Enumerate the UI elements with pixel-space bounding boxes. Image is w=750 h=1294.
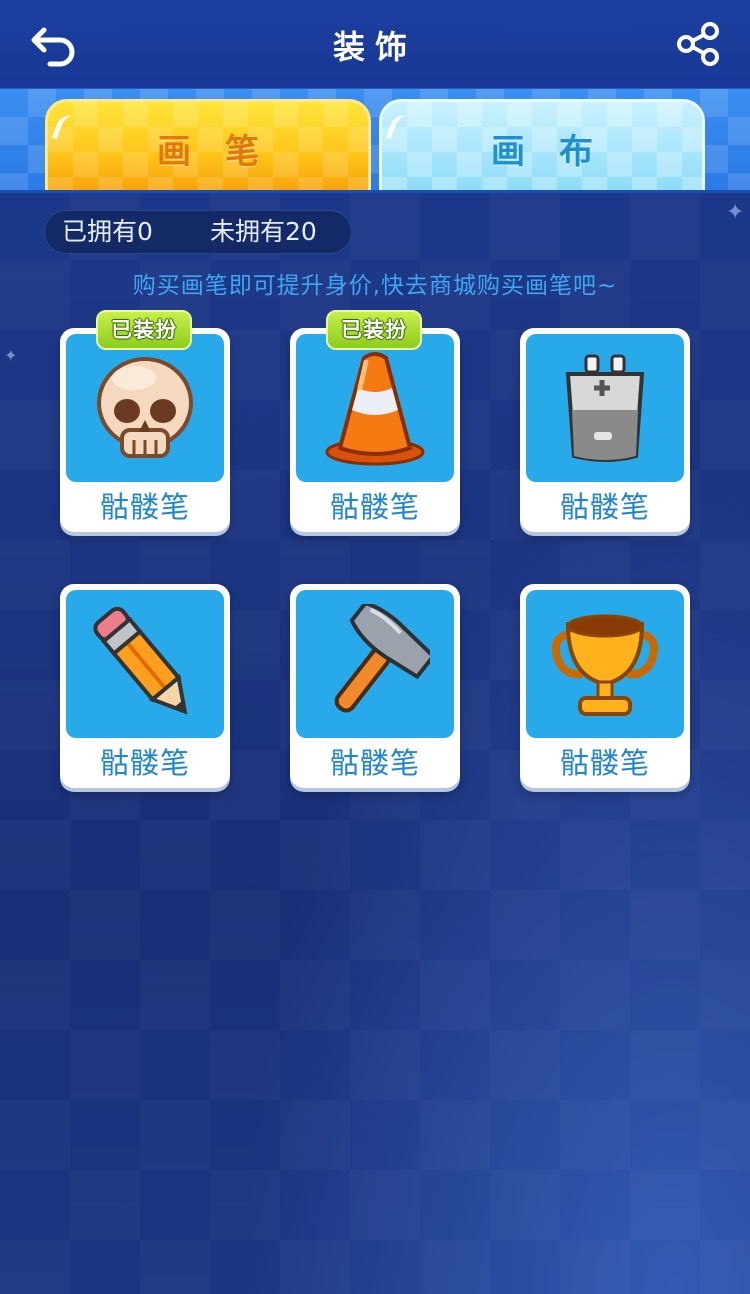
tab-label: 画笔 [157,132,293,172]
battery-icon [565,354,645,462]
item-card-trophy[interactable]: 骷髅笔 [520,584,690,788]
hammer-icon [334,604,430,713]
ownership-stats: 已拥有0 未拥有20 [44,210,352,254]
traffic-cone-icon [325,352,425,466]
owned-count: 已拥有0 [62,217,153,246]
item-name: 骷髅笔 [559,746,650,780]
equipped-badge: 已装扮 [326,310,422,350]
item-name: 骷髅笔 [329,490,420,524]
not-owned-count: 未拥有20 [210,217,317,246]
page-title: 装饰 [332,28,417,66]
item-image-area [66,334,224,482]
item-name: 骷髅笔 [559,490,650,524]
item-image-area [526,590,684,738]
equipped-badge: 已装扮 [96,310,192,350]
sparkle-icon: ✦ [726,200,745,225]
purchase-tip: 购买画笔即可提升身价,快去商城购买画笔吧~ [132,273,618,299]
item-name: 骷髅笔 [99,746,190,780]
item-card-skull[interactable]: 已装扮 骷髅笔 [60,310,230,532]
item-card-pencil[interactable]: 骷髅笔 [60,584,230,788]
top-bar: 装饰 [0,0,750,89]
tab-bar: 画笔 画布 [0,89,750,193]
skull-icon [97,357,193,458]
item-name: 骷髅笔 [329,746,420,780]
share-button[interactable] [676,20,720,68]
share-icon [677,22,719,66]
tab-brush[interactable]: 画笔 [45,99,371,190]
item-name: 骷髅笔 [99,490,190,524]
pencil-icon [93,606,188,715]
item-card-cone[interactable]: 已装扮 骷髅笔 [290,310,460,532]
item-image-area [66,590,224,738]
tab-canvas[interactable]: 画布 [379,99,705,190]
trophy-icon [551,614,659,716]
item-image-area [526,334,684,482]
item-image-area [296,590,454,738]
item-card-battery[interactable]: 骷髅笔 [520,328,690,532]
tab-label: 画布 [491,132,627,172]
item-card-hammer[interactable]: 骷髅笔 [290,584,460,788]
sparkle-icon: ✦ [4,346,18,365]
item-image-area [296,334,454,482]
